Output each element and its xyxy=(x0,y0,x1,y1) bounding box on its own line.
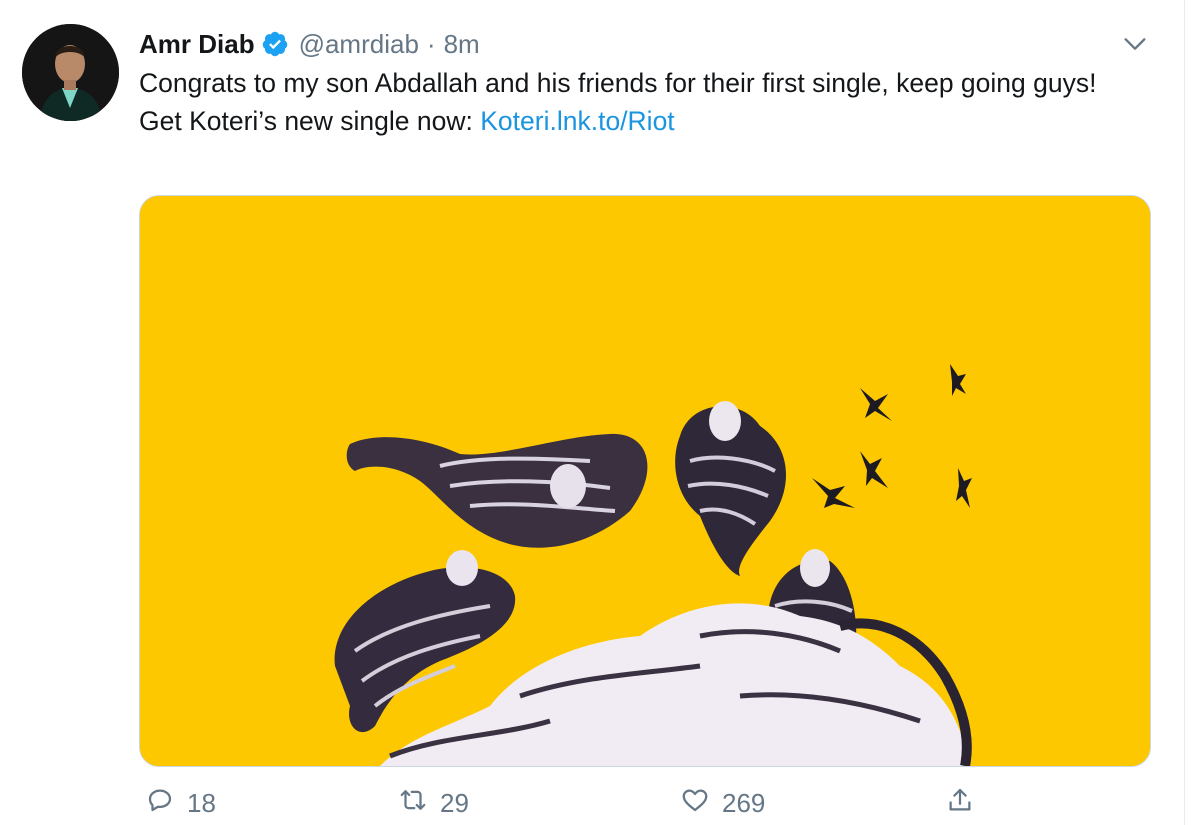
timeline-border xyxy=(1184,0,1185,825)
author-name[interactable]: Amr Diab xyxy=(139,29,255,60)
like-count: 269 xyxy=(722,788,766,818)
reply-button[interactable]: 18 xyxy=(145,785,216,822)
reply-icon xyxy=(145,785,175,822)
tweet-link[interactable]: Koteri.lnk.to/Riot xyxy=(480,106,674,136)
reply-count: 18 xyxy=(187,788,216,818)
share-button[interactable] xyxy=(945,785,975,822)
like-button[interactable]: 269 xyxy=(680,785,765,822)
heart-icon xyxy=(680,785,710,822)
tweet[interactable]: Amr Diab @amrdiab · 8m Congrats to my so… xyxy=(0,0,1184,825)
chevron-down-icon[interactable] xyxy=(1121,30,1149,58)
tweet-text: Congrats to my son Abdallah and his frie… xyxy=(139,64,1159,140)
timestamp[interactable]: 8m xyxy=(444,29,480,60)
separator-dot: · xyxy=(426,28,436,59)
tweet-header: Amr Diab @amrdiab · 8m xyxy=(139,26,480,62)
share-icon xyxy=(945,785,975,822)
retweet-count: 29 xyxy=(440,788,469,818)
tweet-text-prefix: Get Koteri’s new single now: xyxy=(139,106,481,136)
retweet-button[interactable]: 29 xyxy=(398,785,469,822)
tweet-actions: 18 29 269 xyxy=(139,785,1149,825)
tweet-media-image[interactable] xyxy=(139,195,1151,767)
avatar[interactable] xyxy=(22,24,119,121)
retweet-icon xyxy=(398,785,428,822)
tweet-text-line: Get Koteri’s new single now: Koteri.lnk.… xyxy=(139,102,1159,140)
verified-badge-icon xyxy=(261,30,289,58)
tweet-text-line: Congrats to my son Abdallah and his frie… xyxy=(139,68,1097,98)
author-handle[interactable]: @amrdiab xyxy=(299,29,419,60)
